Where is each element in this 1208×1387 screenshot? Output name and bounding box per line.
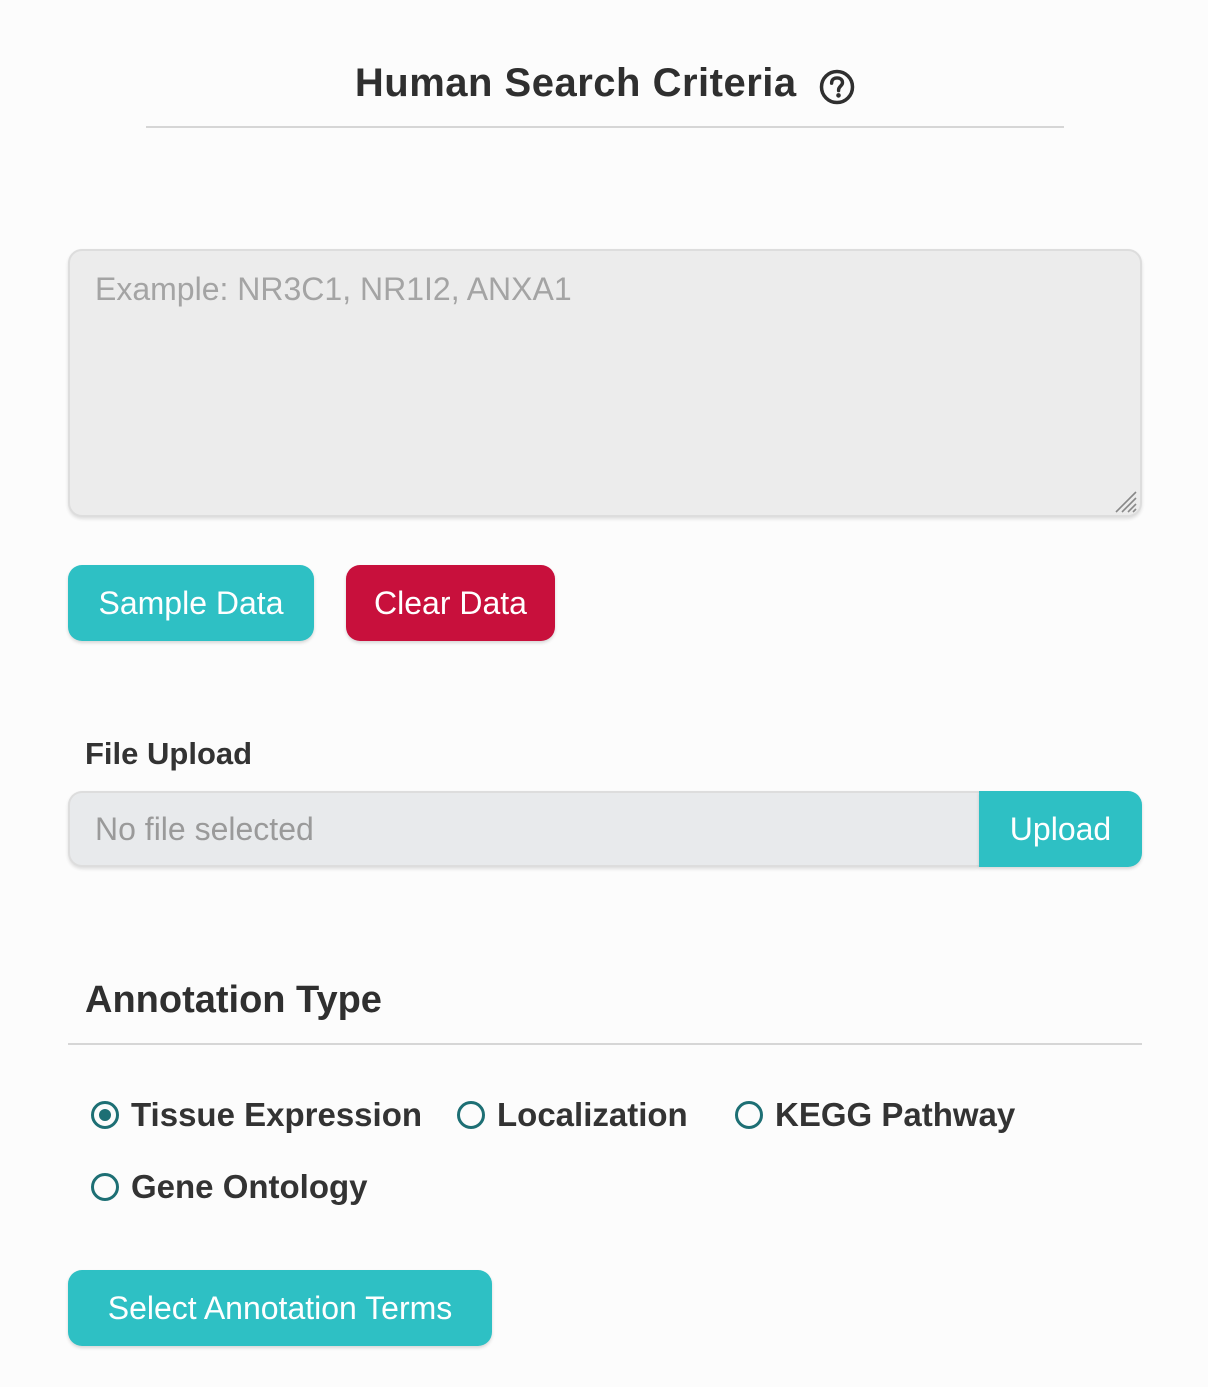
- radio-button[interactable]: [91, 1173, 119, 1201]
- radio-localization[interactable]: Localization: [457, 1095, 688, 1135]
- page-title: Human Search Criteria: [354, 61, 797, 105]
- radio-label: Gene Ontology: [131, 1168, 368, 1205]
- annotation-type-title: Annotation Type: [85, 979, 382, 1021]
- radio-button[interactable]: [457, 1101, 485, 1129]
- radio-button[interactable]: [735, 1101, 763, 1129]
- radio-label: Tissue Expression: [131, 1096, 423, 1133]
- file-upload-label: File Upload: [85, 736, 253, 771]
- sample-data-button[interactable]: Sample Data: [68, 565, 314, 641]
- radio-label: Localization: [497, 1096, 688, 1133]
- radio-selected-dot: [99, 1109, 111, 1121]
- radio-label: KEGG Pathway: [775, 1096, 1016, 1133]
- radio-button[interactable]: [91, 1101, 119, 1129]
- upload-button[interactable]: Upload: [979, 791, 1142, 867]
- panel-header: Human Search Criteria: [146, 56, 1064, 128]
- annotation-type-header: Annotation Type: [68, 975, 1142, 1045]
- file-select-field[interactable]: No file selected: [68, 791, 979, 867]
- radio-kegg-pathway[interactable]: KEGG Pathway: [735, 1095, 1015, 1135]
- radio-gene-ontology[interactable]: Gene Ontology: [91, 1167, 368, 1207]
- clear-data-button[interactable]: Clear Data: [346, 565, 555, 641]
- select-annotation-terms-button[interactable]: Select Annotation Terms: [68, 1270, 492, 1346]
- gene-list-input[interactable]: [68, 249, 1142, 517]
- search-criteria-panel: Human Search Criteria Sample Data Clear …: [0, 0, 1208, 1387]
- question-circle-icon[interactable]: [819, 69, 855, 105]
- resize-handle-icon[interactable]: [1112, 488, 1138, 514]
- radio-tissue-expression[interactable]: Tissue Expression: [91, 1095, 422, 1135]
